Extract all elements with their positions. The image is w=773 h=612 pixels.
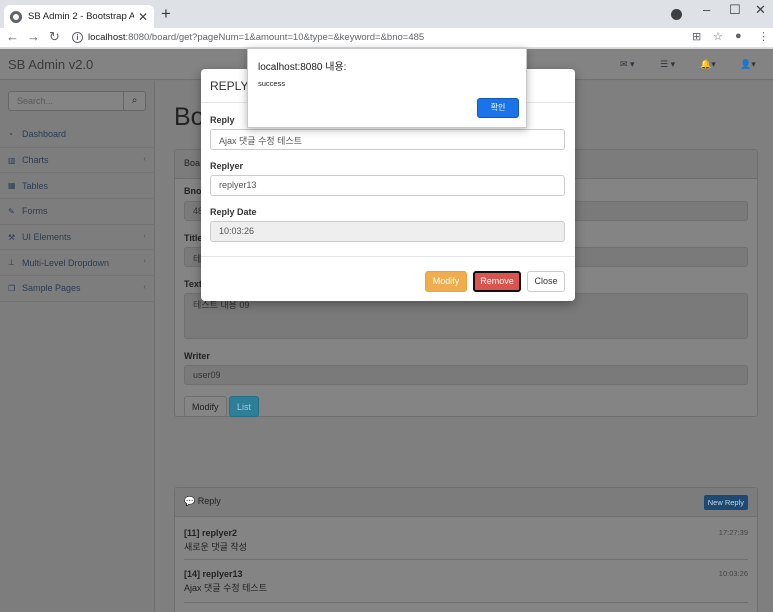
- alert-title: localhost:8080 내용:: [258, 62, 347, 73]
- modal-modify-button[interactable]: Modify: [425, 271, 467, 292]
- sidebar-item-label: Tables: [22, 180, 49, 191]
- reply-time: 10:03:26: [718, 569, 748, 578]
- modal-footer: Modify Remove Close: [201, 256, 575, 301]
- sidebar-menu: ◔ Dashboard ▥ Charts ‹ ▦ Tables ✎ Forms …: [0, 122, 155, 302]
- dashboard-icon: ◔: [8, 129, 13, 139]
- site-favicon-icon: [10, 10, 22, 23]
- alert-message: success: [258, 79, 286, 88]
- caret-icon: ‹: [143, 153, 146, 163]
- user-dropdown-icon[interactable]: 👤▾: [740, 59, 756, 70]
- sidebar-item-label: Dashboard: [22, 129, 67, 140]
- writer-label: Writer: [184, 351, 210, 361]
- url-field[interactable]: localhost:8080/board/get?pageNum=1&amoun…: [88, 32, 424, 43]
- reply-time: 17:27:39: [718, 528, 748, 537]
- caret-icon: ‹: [143, 230, 146, 240]
- messages-dropdown-icon[interactable]: ✉ ▾: [620, 59, 635, 70]
- new-reply-button[interactable]: New Reply: [703, 495, 748, 510]
- sidebar-item-label: UI Elements: [22, 232, 72, 243]
- reply-panel-title: Reply: [197, 496, 221, 506]
- reply-text: Ajax 댓글 수정 테스트: [184, 583, 267, 593]
- sidebar-item-label: Sample Pages: [22, 283, 81, 294]
- reply-list-item[interactable]: [14] replyer13 Ajax 댓글 수정 테스트 10:03:26: [184, 569, 748, 603]
- sidebar: Search... ⌕ ◔ Dashboard ▥ Charts ‹ ▦ Tab…: [0, 81, 155, 612]
- reply-panel-header: 💬 Reply New Reply: [175, 488, 757, 517]
- reply-text: 새로운 댓글 작성: [184, 542, 247, 552]
- caret-icon: ‹: [143, 256, 146, 266]
- alert-dialog: localhost:8080 내용: success 확인: [247, 48, 527, 128]
- brand[interactable]: SB Admin v2.0: [8, 57, 93, 72]
- account-icon[interactable]: ●: [735, 30, 742, 42]
- sidebar-item-tables[interactable]: ▦ Tables: [0, 173, 155, 200]
- alerts-dropdown-icon[interactable]: 🔔▾: [700, 59, 716, 70]
- address-bar: ← → ↻ i localhost:8080/board/get?pageNum…: [0, 28, 773, 48]
- sidebar-item-multi-level-dropdown[interactable]: ⊥ Multi-Level Dropdown ‹: [0, 250, 155, 277]
- list-button[interactable]: List: [229, 396, 259, 417]
- back-icon[interactable]: ←: [6, 29, 19, 44]
- sidebar-item-forms[interactable]: ✎ Forms: [0, 199, 155, 225]
- search-icon[interactable]: ⌕: [123, 92, 145, 110]
- sidebar-item-sample-pages[interactable]: ❐ Sample Pages ‹: [0, 276, 155, 302]
- reply-label: Reply: [210, 115, 235, 125]
- reply-date-input: 10:03:26: [210, 221, 565, 242]
- writer-field[interactable]: user09: [184, 365, 748, 385]
- browser-menu-icon[interactable]: ⋮: [758, 30, 769, 43]
- text-label: Text: [184, 279, 202, 289]
- bno-label: Bno: [184, 186, 202, 196]
- tasks-dropdown-icon[interactable]: ☰ ▾: [660, 59, 675, 70]
- caret-icon: ‹: [143, 282, 146, 292]
- minimize-icon[interactable]: –: [703, 2, 710, 17]
- sidebar-item-label: Forms: [22, 206, 48, 217]
- tab-title: SB Admin 2 - Bootstrap Admin: [28, 11, 134, 22]
- translate-icon[interactable]: ⊞: [692, 30, 701, 43]
- modify-button[interactable]: Modify: [184, 396, 227, 417]
- browser-tabstrip: SB Admin 2 - Bootstrap Admin ✕ + – ☐ ✕: [0, 0, 773, 28]
- page-title: Bo: [174, 103, 205, 131]
- sidebar-search: Search... ⌕: [8, 91, 146, 111]
- wrench-icon: ⚒: [8, 232, 16, 242]
- sidebar-item-label: Multi-Level Dropdown: [22, 257, 110, 268]
- new-tab-button[interactable]: +: [161, 4, 171, 24]
- url-path: :8080/board/get?pageNum=1&amount=10&type…: [125, 32, 425, 43]
- browser-tab[interactable]: SB Admin 2 - Bootstrap Admin ✕: [4, 5, 154, 28]
- replyer-input[interactable]: replyer13: [210, 175, 565, 196]
- reply-date-label: Reply Date: [210, 207, 257, 217]
- alert-ok-button[interactable]: 확인: [477, 98, 519, 118]
- modal-close-button[interactable]: Close: [527, 271, 565, 292]
- profile-icon[interactable]: [671, 9, 682, 20]
- title-label: Title: [184, 233, 203, 243]
- url-host: localhost: [88, 32, 126, 43]
- reply-input[interactable]: Ajax 댓글 수정 테스트: [210, 129, 565, 150]
- sidebar-item-ui-elements[interactable]: ⚒ UI Elements ‹: [0, 225, 155, 251]
- reload-icon[interactable]: ↻: [49, 29, 60, 45]
- search-input[interactable]: Search...: [17, 96, 53, 106]
- modal-remove-button[interactable]: Remove: [473, 271, 521, 292]
- bar-chart-icon: ▥: [8, 155, 16, 165]
- files-icon: ❐: [8, 283, 16, 293]
- tab-close-icon[interactable]: ✕: [138, 10, 148, 24]
- maximize-icon[interactable]: ☐: [729, 2, 741, 18]
- sidebar-item-charts[interactable]: ▥ Charts ‹: [0, 148, 155, 174]
- replyer-label: Replyer: [210, 161, 244, 171]
- forward-icon[interactable]: →: [27, 29, 40, 44]
- site-info-icon[interactable]: i: [72, 32, 83, 43]
- bookmark-star-icon[interactable]: ☆: [713, 30, 723, 43]
- reply-list-item[interactable]: [11] replyer2 새로운 댓글 작성 17:27:39: [184, 528, 748, 560]
- reply-panel: 💬 Reply New Reply [11] replyer2 새로운 댓글 작…: [174, 487, 758, 612]
- comments-icon: 💬: [184, 496, 196, 506]
- sidebar-item-label: Charts: [22, 155, 49, 166]
- sitemap-icon: ⊥: [8, 258, 15, 268]
- edit-icon: ✎: [8, 206, 15, 216]
- reply-author: [11] replyer2: [184, 528, 238, 538]
- reply-author: [14] replyer13: [184, 569, 243, 579]
- close-window-icon[interactable]: ✕: [755, 2, 766, 18]
- table-icon: ▦: [8, 181, 16, 191]
- sidebar-item-dashboard[interactable]: ◔ Dashboard: [0, 122, 155, 148]
